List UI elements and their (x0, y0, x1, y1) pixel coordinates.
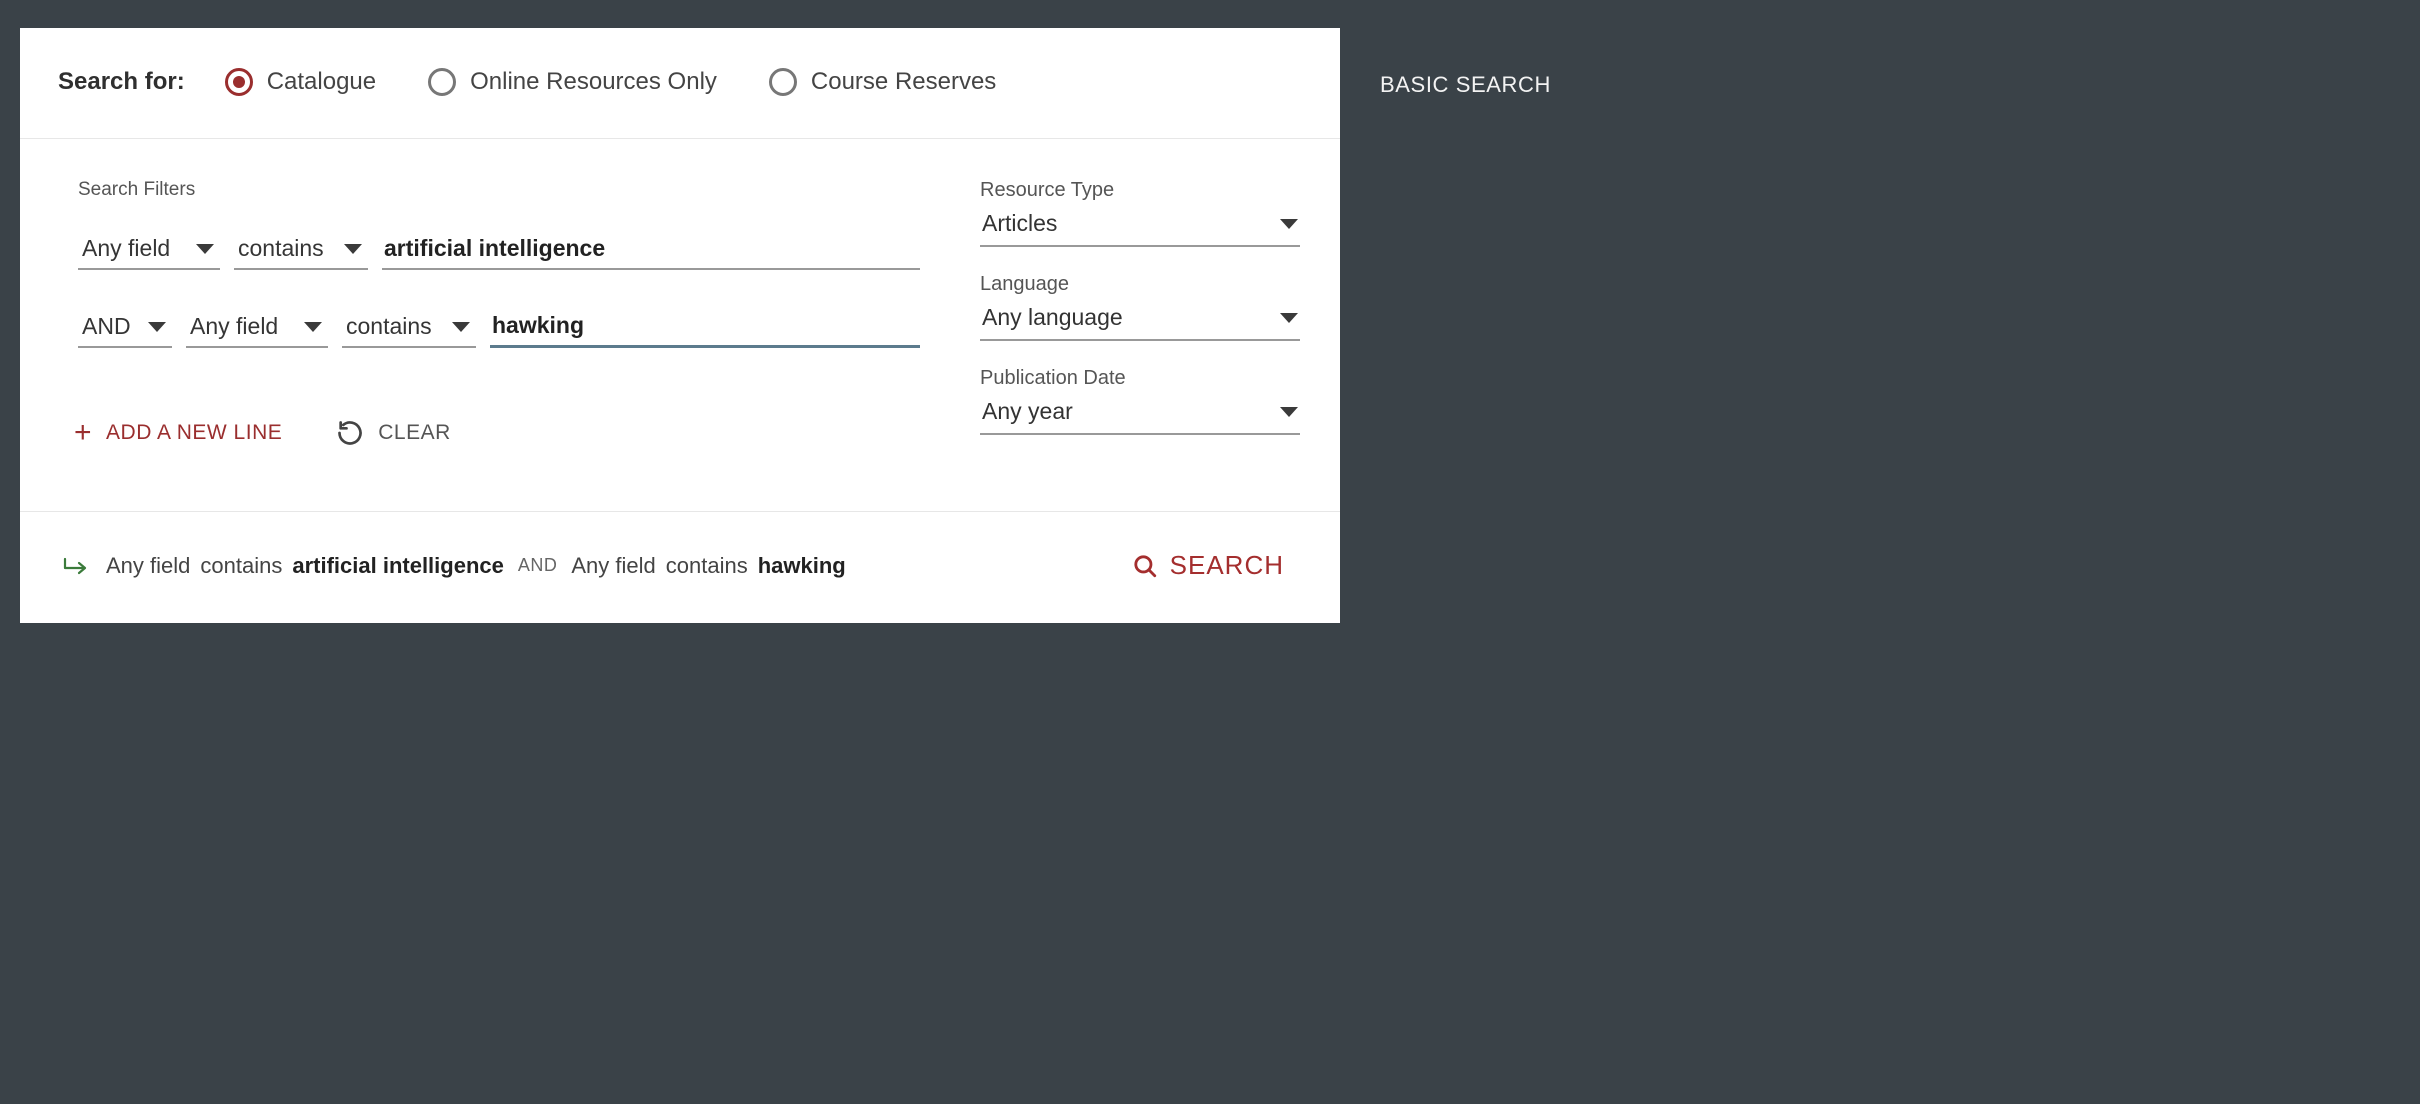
radio-label: Course Reserves (811, 68, 996, 96)
basic-search-link[interactable]: BASIC SEARCH (1380, 72, 1551, 98)
footer-row: Any field contains artificial intelligen… (20, 512, 1340, 623)
button-label: SEARCH (1170, 550, 1284, 581)
field-select[interactable]: Any field (78, 231, 220, 270)
clear-button[interactable]: CLEAR (336, 419, 451, 447)
select-value: Any language (982, 304, 1123, 331)
radio-icon (428, 68, 456, 96)
chevron-down-icon (304, 322, 322, 332)
search-scope-radios: Catalogue Online Resources Only Course R… (225, 68, 997, 96)
radio-label: Catalogue (267, 68, 376, 96)
filter-row: Any field contains (78, 231, 920, 270)
chevron-down-icon (344, 244, 362, 254)
search-term-input[interactable] (490, 308, 920, 348)
select-value: Any year (982, 398, 1073, 425)
filter-row: AND Any field contains (78, 308, 920, 348)
radio-online-resources[interactable]: Online Resources Only (428, 68, 717, 96)
field-label: Language (980, 273, 1300, 296)
button-label: ADD A NEW LINE (106, 421, 282, 445)
resource-type-select[interactable]: Articles (980, 206, 1300, 247)
undo-icon (336, 419, 364, 447)
select-value: contains (238, 235, 324, 262)
arrow-return-icon (62, 556, 90, 576)
search-button[interactable]: SEARCH (1132, 550, 1284, 581)
filters-column: Search Filters Any field contains (78, 179, 920, 461)
select-value: Articles (982, 210, 1057, 237)
search-icon (1132, 553, 1158, 579)
chevron-down-icon (452, 322, 470, 332)
summary-field: Any field (571, 553, 655, 579)
chevron-down-icon (148, 322, 166, 332)
summary-op: contains (200, 553, 282, 579)
filters-title: Search Filters (78, 179, 920, 201)
language-select[interactable]: Any language (980, 300, 1300, 341)
summary-value: artificial intelligence (292, 553, 504, 579)
query-summary: Any field contains artificial intelligen… (62, 553, 846, 579)
radio-icon (225, 68, 253, 96)
summary-value: hawking (758, 553, 846, 579)
summary-op: contains (666, 553, 748, 579)
field-select[interactable]: Any field (186, 309, 328, 348)
publication-date-field: Publication Date Any year (980, 367, 1300, 435)
chevron-down-icon (1280, 219, 1298, 229)
select-value: Any field (190, 313, 278, 340)
button-label: CLEAR (378, 421, 451, 445)
radio-icon (769, 68, 797, 96)
plus-icon: + (74, 418, 92, 448)
radio-label: Online Resources Only (470, 68, 717, 96)
summary-field: Any field (106, 553, 190, 579)
language-field: Language Any language (980, 273, 1300, 341)
publication-date-select[interactable]: Any year (980, 394, 1300, 435)
boolean-select[interactable]: AND (78, 309, 172, 348)
chevron-down-icon (1280, 407, 1298, 417)
search-for-label: Search for: (58, 68, 185, 96)
operator-select[interactable]: contains (234, 231, 368, 270)
filter-actions: + ADD A NEW LINE CLEAR (74, 418, 920, 448)
select-value: contains (346, 313, 432, 340)
chevron-down-icon (1280, 313, 1298, 323)
field-label: Resource Type (980, 179, 1300, 202)
field-label: Publication Date (980, 367, 1300, 390)
search-scope-row: Search for: Catalogue Online Resources O… (20, 28, 1340, 139)
select-value: Any field (82, 235, 170, 262)
limits-column: Resource Type Articles Language Any lang… (980, 179, 1300, 461)
filters-body: Search Filters Any field contains (20, 139, 1340, 512)
select-value: AND (82, 313, 131, 340)
add-line-button[interactable]: + ADD A NEW LINE (74, 418, 282, 448)
summary-bool: AND (518, 555, 558, 576)
operator-select[interactable]: contains (342, 309, 476, 348)
radio-catalogue[interactable]: Catalogue (225, 68, 376, 96)
advanced-search-panel: Search for: Catalogue Online Resources O… (20, 28, 1340, 623)
resource-type-field: Resource Type Articles (980, 179, 1300, 247)
chevron-down-icon (196, 244, 214, 254)
radio-course-reserves[interactable]: Course Reserves (769, 68, 996, 96)
search-term-input[interactable] (382, 231, 920, 270)
